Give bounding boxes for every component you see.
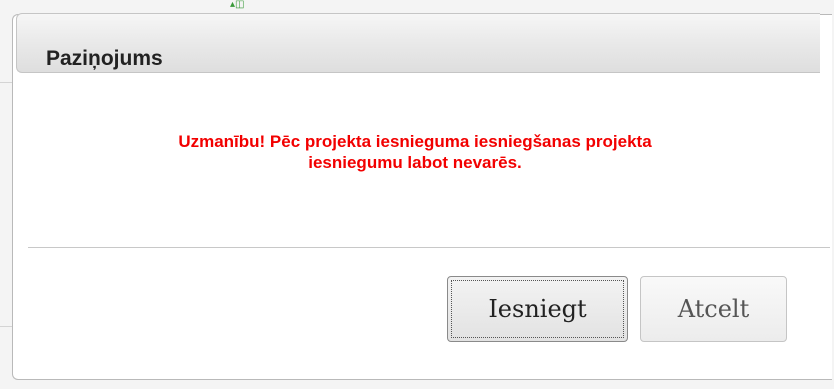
background-icon: ▴◫ xyxy=(230,0,245,10)
cancel-button[interactable]: Atcelt xyxy=(640,276,787,342)
dialog-title: Paziņojums xyxy=(46,47,163,70)
dialog-divider xyxy=(28,247,830,248)
background-divider xyxy=(0,82,12,83)
background-divider xyxy=(0,326,12,327)
submit-button[interactable]: Iesniegt xyxy=(447,276,628,342)
warning-message: Uzmanību! Pēc projekta iesnieguma iesnie… xyxy=(12,131,818,173)
page-background: ▴◫ Paziņojums Uzmanību! Pēc projekta ies… xyxy=(0,0,834,389)
warning-message-line: Uzmanību! Pēc projekta iesnieguma iesnie… xyxy=(178,132,652,151)
warning-message-line: iesniegumu labot nevarēs. xyxy=(308,153,522,172)
